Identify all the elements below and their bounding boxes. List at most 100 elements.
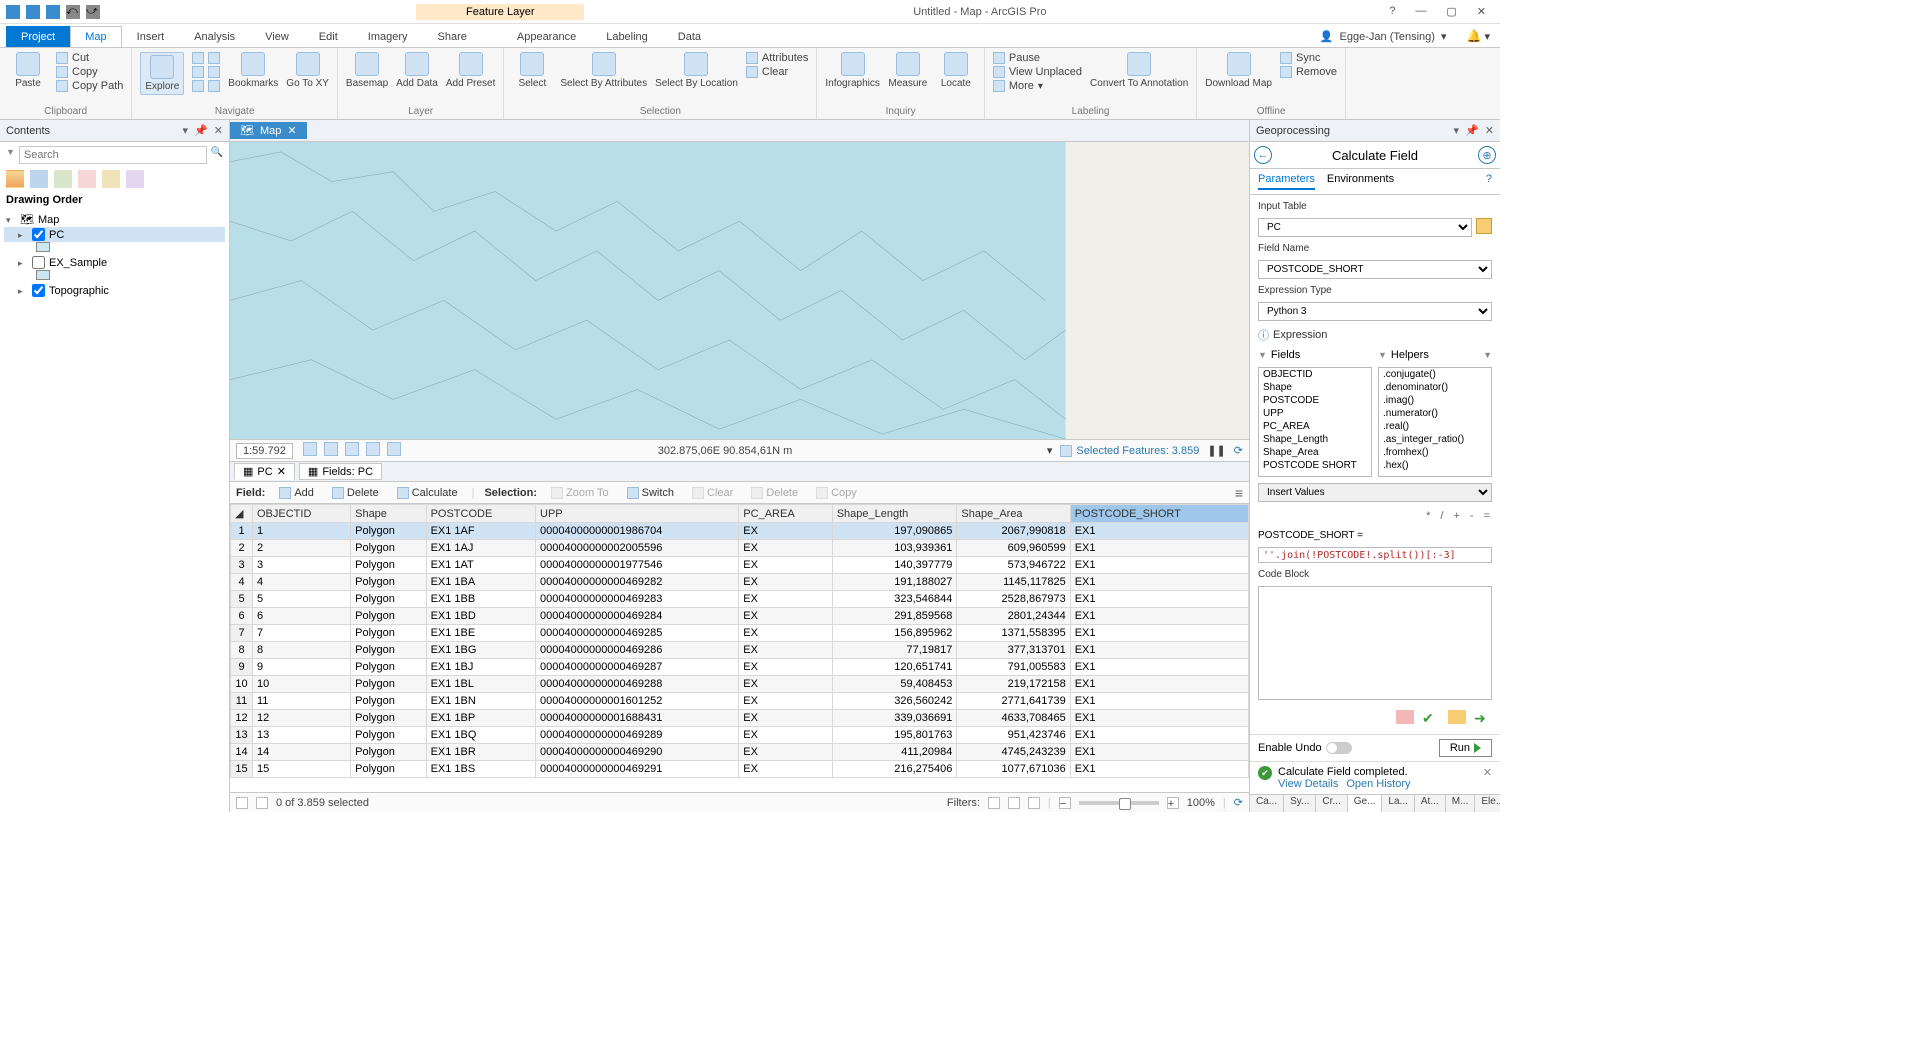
tab-project[interactable]: Project — [6, 26, 70, 47]
close-pane-icon[interactable]: ✕ — [214, 124, 223, 137]
tab-imagery[interactable]: Imagery — [353, 26, 423, 47]
table-row[interactable]: 1212PolygonEX1 1BP00004000000001688431EX… — [231, 710, 1249, 727]
goto-xy-button[interactable]: Go To XY — [286, 52, 329, 89]
fields-filter-icon[interactable] — [1258, 349, 1267, 361]
autohide-icon[interactable]: 📌 — [1465, 124, 1479, 137]
row-header-corner[interactable]: ◢ — [231, 505, 253, 523]
toc-layer-pc[interactable]: PC — [4, 227, 225, 242]
attributes-button[interactable]: Attributes — [746, 52, 808, 64]
table-row[interactable]: 1515PolygonEX1 1BS00004000000000469291EX… — [231, 761, 1249, 778]
clear-selection-button[interactable]: Clear — [746, 66, 808, 78]
col-postcode[interactable]: POSTCODE — [426, 505, 535, 523]
zoom-to-button[interactable]: Zoom To — [547, 486, 613, 500]
calculate-field-button[interactable]: Calculate — [393, 486, 462, 500]
tab-insert[interactable]: Insert — [122, 26, 180, 47]
helper-item[interactable]: .as_integer_ratio() — [1379, 433, 1491, 446]
fields-listbox[interactable]: OBJECTIDShapePOSTCODEUPPPC_AREAShape_Len… — [1258, 367, 1372, 477]
zoom-in-icon[interactable]: + — [1167, 797, 1179, 809]
show-all-icon[interactable] — [236, 797, 248, 809]
validate-icon[interactable]: ✔ — [1422, 710, 1440, 724]
nav-arrows[interactable] — [192, 52, 220, 92]
select-by-location-button[interactable]: Select By Location — [655, 52, 738, 89]
tab-appearance[interactable]: Appearance — [502, 26, 591, 47]
save-icon[interactable] — [46, 5, 60, 19]
measure-button[interactable]: Measure — [888, 52, 928, 89]
view-details-link[interactable]: View Details — [1278, 778, 1338, 790]
close-tab-icon[interactable]: ✕ — [277, 465, 286, 478]
helper-item[interactable]: .real() — [1379, 420, 1491, 433]
help-icon[interactable]: ? — [1389, 5, 1395, 18]
tab-edit[interactable]: Edit — [304, 26, 353, 47]
dock-tab[interactable]: At... — [1415, 795, 1446, 812]
list-by-source-icon[interactable] — [30, 170, 48, 188]
input-table-select[interactable]: PC — [1258, 218, 1472, 237]
pause-drawing-icon[interactable]: ❚❚ — [1207, 444, 1225, 457]
cut-button[interactable]: Cut — [56, 52, 123, 64]
list-by-selection-icon[interactable] — [54, 170, 72, 188]
dynamic-icon[interactable] — [387, 442, 401, 456]
select-button[interactable]: Select — [512, 52, 552, 89]
toc-map[interactable]: 🗺Map — [4, 212, 225, 227]
open-project-icon[interactable] — [26, 5, 40, 19]
layer-checkbox[interactable] — [32, 228, 45, 241]
table-menu-button[interactable]: ≡ — [1235, 485, 1243, 501]
add-data-button[interactable]: Add Data — [396, 52, 438, 89]
op-button[interactable]: = — [1484, 510, 1490, 522]
field-item[interactable]: Shape_Length — [1259, 433, 1371, 446]
grid-icon[interactable] — [345, 442, 359, 456]
download-map-button[interactable]: Download Map — [1205, 52, 1272, 89]
basemap-button[interactable]: Basemap — [346, 52, 388, 89]
add-tool-button[interactable]: ⊕ — [1478, 146, 1496, 164]
open-history-link[interactable]: Open History — [1346, 778, 1410, 790]
toc-layer-ex_sample[interactable]: EX_Sample — [4, 255, 225, 270]
add-preset-button[interactable]: Add Preset — [446, 52, 495, 89]
table-row[interactable]: 77PolygonEX1 1BE00004000000000469285EX15… — [231, 625, 1249, 642]
clear-selection-button[interactable]: Clear — [688, 486, 737, 500]
table-row[interactable]: 88PolygonEX1 1BG00004000000000469286EX77… — [231, 642, 1249, 659]
undo-icon[interactable]: ⤺ — [66, 5, 80, 19]
table-row[interactable]: 22PolygonEX1 1AJ00004000000002005596EX10… — [231, 540, 1249, 557]
table-tab-pc[interactable]: ▦PC✕ — [234, 463, 295, 480]
close-map-tab-icon[interactable]: ✕ — [287, 124, 296, 137]
layer-checkbox[interactable] — [32, 284, 45, 297]
table-row[interactable]: 11PolygonEX1 1AF00004000000001986704EX19… — [231, 523, 1249, 540]
table-tab-fields[interactable]: ▦Fields: PC — [299, 463, 382, 480]
pin-icon[interactable]: ▾ — [183, 124, 189, 137]
table-row[interactable]: 1010PolygonEX1 1BL00004000000000469288EX… — [231, 676, 1249, 693]
table-grid[interactable]: ◢OBJECTIDShapePOSTCODEUPPPC_AREAShape_Le… — [230, 504, 1249, 792]
remove-button[interactable]: Remove — [1280, 66, 1337, 78]
signed-in-user[interactable]: 👤 Egge-Jan (Tensing) ▾ — [1310, 26, 1457, 47]
convert-to-annotation-button[interactable]: Convert To Annotation — [1090, 52, 1188, 89]
close-icon[interactable]: ✕ — [1477, 5, 1486, 18]
delete-field-button[interactable]: Delete — [328, 486, 383, 500]
autohide-icon[interactable]: 📌 — [194, 124, 208, 137]
op-button[interactable]: / — [1440, 510, 1443, 522]
list-by-labeling-icon[interactable] — [126, 170, 144, 188]
export-expression-icon[interactable]: ➜ — [1474, 710, 1492, 724]
eraser-icon[interactable] — [1396, 710, 1414, 724]
show-selected-icon[interactable] — [256, 797, 268, 809]
dock-tab[interactable]: Ele... — [1475, 795, 1500, 812]
dock-tab[interactable]: Sy... — [1284, 795, 1316, 812]
col-shape_area[interactable]: Shape_Area — [957, 505, 1070, 523]
helper-item[interactable]: .hex() — [1379, 459, 1491, 472]
col-upp[interactable]: UPP — [536, 505, 739, 523]
list-by-drawing-order-icon[interactable] — [6, 170, 24, 188]
refresh-table-icon[interactable]: ⟳ — [1234, 796, 1243, 809]
new-project-icon[interactable] — [6, 5, 20, 19]
table-row[interactable]: 44PolygonEX1 1BA00004000000000469282EX19… — [231, 574, 1249, 591]
zoom-out-icon[interactable]: − — [1059, 797, 1071, 809]
list-by-snapping-icon[interactable] — [102, 170, 120, 188]
copy-button[interactable]: Copy — [56, 66, 123, 78]
filter-time-icon[interactable] — [1008, 797, 1020, 809]
col-shape_length[interactable]: Shape_Length — [832, 505, 957, 523]
tab-labeling[interactable]: Labeling — [591, 26, 663, 47]
field-item[interactable]: Shape — [1259, 381, 1371, 394]
dock-tab[interactable]: M... — [1446, 795, 1476, 812]
code-block-input[interactable] — [1258, 586, 1492, 700]
view-unplaced-button[interactable]: View Unplaced — [993, 66, 1082, 78]
field-item[interactable]: Shape_Area — [1259, 446, 1371, 459]
filter-range-icon[interactable] — [1028, 797, 1040, 809]
refresh-icon[interactable]: ⟳ — [1234, 444, 1243, 457]
op-button[interactable]: * — [1426, 510, 1430, 522]
